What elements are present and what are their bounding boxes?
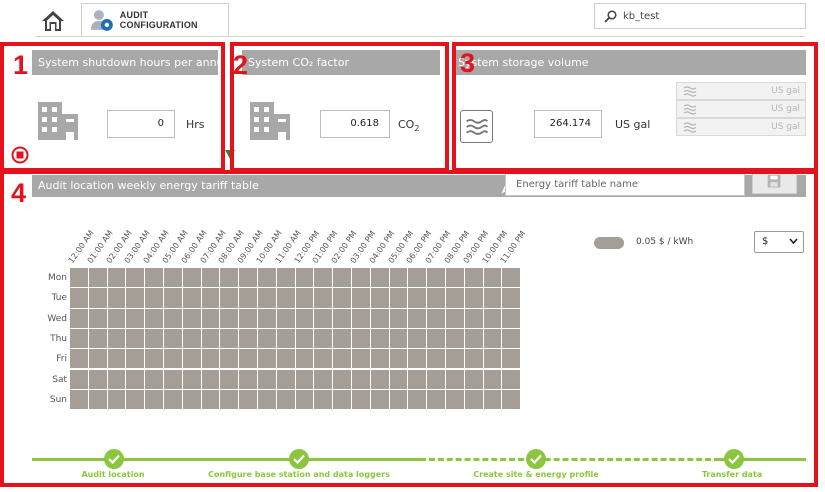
annotation-box-4 [0, 170, 818, 487]
annotation-number: 2 [233, 50, 249, 80]
home-icon [42, 11, 64, 31]
search-value: kb_test [623, 10, 660, 22]
annotation-number: 4 [11, 178, 27, 208]
search-input[interactable]: kb_test [594, 3, 806, 29]
divider [35, 36, 805, 37]
tab-label: AUDIT CONFIGURATION [119, 10, 198, 30]
annotation-number: 1 [13, 50, 29, 80]
search-icon [604, 9, 617, 23]
user-settings-icon [90, 10, 113, 31]
tab-audit-configuration[interactable]: AUDIT CONFIGURATION [81, 3, 229, 36]
top-bar: AUDIT CONFIGURATION kb_test [0, 0, 825, 38]
annotation-box-1 [0, 42, 225, 172]
annotation-box-2 [230, 42, 449, 172]
annotation-box-3 [452, 42, 818, 172]
home-button[interactable] [40, 8, 70, 34]
annotation-number: 3 [460, 48, 476, 78]
